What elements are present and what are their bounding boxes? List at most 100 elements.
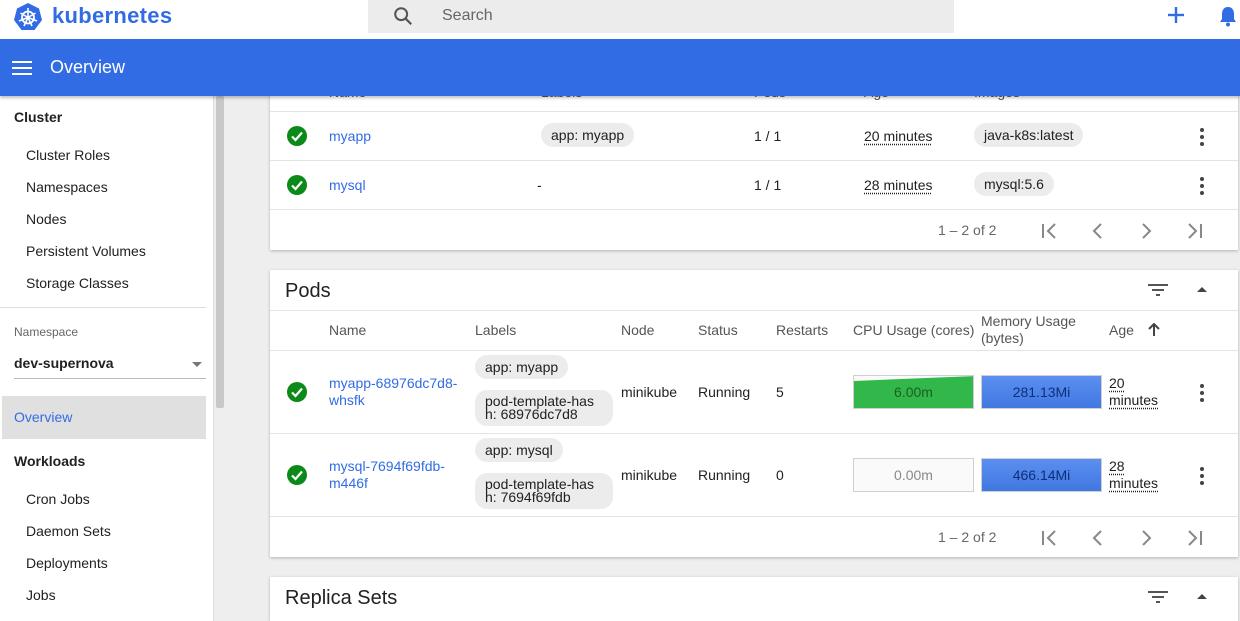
image-chip: java-k8s:latest bbox=[974, 123, 1084, 147]
row-divider bbox=[270, 516, 1238, 517]
restarts-value: 5 bbox=[776, 384, 784, 400]
cpu-usage-sparkline: 0.00m bbox=[853, 458, 974, 492]
chevron-right-icon[interactable] bbox=[1136, 529, 1156, 547]
sort-arrow-up-icon[interactable] bbox=[1148, 323, 1160, 336]
replica-sets-card bbox=[270, 577, 1238, 621]
pod-name-link-cont[interactable]: whsfk bbox=[329, 392, 365, 409]
age-value: 20 minutes bbox=[864, 128, 933, 144]
cpu-usage-value: 0.00m bbox=[894, 467, 933, 483]
row-divider bbox=[270, 111, 1238, 112]
column-header-name[interactable]: Name bbox=[329, 322, 366, 338]
chevron-left-icon[interactable] bbox=[1088, 529, 1108, 547]
app-toolbar bbox=[0, 39, 1240, 96]
label-chip: app: mysql bbox=[475, 438, 563, 462]
check-circle-icon bbox=[287, 382, 307, 402]
cpu-usage-value: 6.00m bbox=[894, 384, 933, 400]
chevron-up-icon[interactable] bbox=[1196, 285, 1208, 293]
age-value-unit: minutes bbox=[1109, 475, 1159, 491]
row-divider bbox=[270, 160, 1238, 161]
more-vert-icon[interactable] bbox=[1199, 177, 1205, 195]
sidebar-scrollbar[interactable] bbox=[216, 96, 224, 408]
last-page-icon[interactable] bbox=[1184, 529, 1204, 547]
column-header-memory: Memory Usage bbox=[981, 313, 1076, 329]
cpu-usage-sparkline: 6.00m bbox=[853, 375, 974, 409]
row-divider bbox=[270, 433, 1238, 434]
first-page-icon[interactable] bbox=[1040, 529, 1060, 547]
card-divider bbox=[270, 310, 1238, 311]
sidebar-item-overview[interactable]: Overview bbox=[14, 409, 72, 425]
age-value-unit: minutes bbox=[1109, 392, 1159, 408]
sidebar-item-deployments[interactable]: Deployments bbox=[26, 555, 108, 571]
last-page-icon[interactable] bbox=[1184, 222, 1204, 240]
menu-icon[interactable] bbox=[12, 60, 32, 76]
more-vert-icon[interactable] bbox=[1199, 384, 1205, 402]
labels-empty: - bbox=[537, 177, 542, 193]
first-page-icon[interactable] bbox=[1040, 222, 1060, 240]
chevron-up-icon[interactable] bbox=[1196, 592, 1208, 600]
pods-count: 1 / 1 bbox=[754, 128, 782, 144]
sidebar-item-jobs[interactable]: Jobs bbox=[26, 587, 56, 603]
pagination-range: 1 – 2 of 2 bbox=[938, 222, 997, 238]
brand-name[interactable]: kubernetes bbox=[52, 3, 172, 29]
deployment-name-link[interactable]: myapp bbox=[329, 128, 371, 145]
more-vert-icon[interactable] bbox=[1199, 128, 1205, 146]
pods-card bbox=[270, 270, 1238, 557]
label-chip: pod-template-hash: 68976dc7d8 bbox=[475, 390, 613, 426]
restarts-value: 0 bbox=[776, 467, 784, 483]
column-header-memory-unit: (bytes) bbox=[981, 330, 1024, 346]
pod-name-link[interactable]: mysql-7694f69fdb- bbox=[329, 458, 445, 475]
column-header-restarts[interactable]: Restarts bbox=[776, 322, 828, 338]
plus-icon[interactable] bbox=[1166, 5, 1186, 25]
sidebar-item-nodes[interactable]: Nodes bbox=[26, 211, 66, 227]
row-divider bbox=[270, 350, 1238, 351]
pod-name-link-cont[interactable]: m446f bbox=[329, 475, 368, 492]
pods-count: 1 / 1 bbox=[754, 177, 782, 193]
memory-usage-value: 466.14Mi bbox=[1012, 467, 1071, 483]
column-header-cpu: CPU Usage (cores) bbox=[853, 322, 975, 338]
sidebar-heading-workloads[interactable]: Workloads bbox=[14, 453, 85, 469]
chevron-right-icon[interactable] bbox=[1136, 222, 1156, 240]
bell-icon[interactable] bbox=[1218, 5, 1238, 27]
sidebar-item-cron-jobs[interactable]: Cron Jobs bbox=[26, 491, 90, 507]
sidebar-item-persistent-volumes[interactable]: Persistent Volumes bbox=[26, 243, 146, 259]
search-input[interactable] bbox=[442, 5, 942, 27]
column-header-node[interactable]: Node bbox=[621, 322, 654, 338]
status-value: Running bbox=[698, 467, 751, 483]
sidebar-item-cluster-roles[interactable]: Cluster Roles bbox=[26, 147, 110, 163]
pagination-range: 1 – 2 of 2 bbox=[938, 529, 997, 545]
search-icon bbox=[394, 7, 413, 26]
node-value: minikube bbox=[621, 467, 678, 483]
label-chip: pod-template-hash: 7694f69fdb bbox=[475, 473, 613, 509]
label-chip: app: myapp bbox=[541, 123, 635, 147]
filter-icon[interactable] bbox=[1148, 590, 1168, 604]
check-circle-icon bbox=[287, 126, 307, 146]
page-title: Overview bbox=[50, 57, 126, 77]
column-header-status[interactable]: Status bbox=[698, 322, 738, 338]
sidebar-heading-cluster[interactable]: Cluster bbox=[14, 109, 62, 125]
memory-usage-sparkline: 281.13Mi bbox=[981, 375, 1102, 409]
memory-usage-value: 281.13Mi bbox=[1012, 384, 1071, 400]
more-vert-icon[interactable] bbox=[1199, 467, 1205, 485]
check-circle-icon bbox=[287, 175, 307, 195]
age-value: 28 minutes bbox=[864, 177, 933, 193]
deployment-name-link[interactable]: mysql bbox=[329, 177, 366, 194]
namespace-select[interactable]: dev-supernova bbox=[14, 355, 206, 379]
chevron-left-icon[interactable] bbox=[1088, 222, 1108, 240]
dropdown-arrow-icon[interactable] bbox=[192, 362, 202, 367]
sidebar-divider bbox=[0, 307, 206, 308]
pods-card-title: Pods bbox=[285, 280, 331, 302]
age-value: 20 bbox=[1109, 375, 1125, 391]
namespace-label: Namespace bbox=[14, 325, 79, 339]
sidebar-item-storage-classes[interactable]: Storage Classes bbox=[26, 275, 129, 291]
memory-usage-sparkline: 466.14Mi bbox=[981, 458, 1102, 492]
filter-icon[interactable] bbox=[1148, 283, 1168, 297]
row-divider bbox=[270, 209, 1238, 210]
pod-name-link[interactable]: myapp-68976dc7d8- bbox=[329, 375, 457, 392]
column-header-age[interactable]: Age bbox=[1109, 322, 1134, 338]
column-header-labels: Labels bbox=[475, 322, 517, 338]
image-chip: mysql:5.6 bbox=[974, 172, 1054, 196]
sidebar-item-daemon-sets[interactable]: Daemon Sets bbox=[26, 523, 111, 539]
sidebar-item-namespaces[interactable]: Namespaces bbox=[26, 179, 108, 195]
kubernetes-logo-icon[interactable] bbox=[13, 2, 43, 32]
status-value: Running bbox=[698, 384, 751, 400]
